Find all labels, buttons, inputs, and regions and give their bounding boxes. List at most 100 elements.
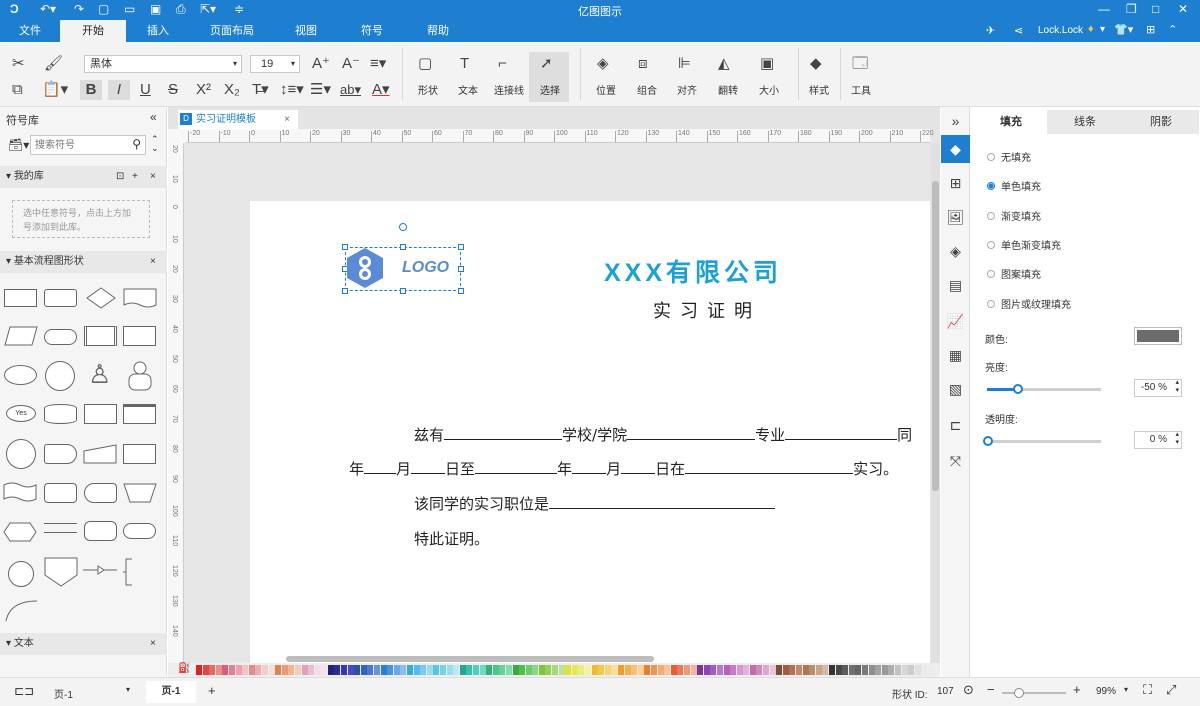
color-swatch[interactable] xyxy=(743,665,750,675)
text-icon[interactable]: T xyxy=(460,54,469,74)
tab-fill[interactable]: 填充 xyxy=(975,110,1047,134)
group-icon[interactable]: ⧈ xyxy=(638,54,648,74)
color-swatch[interactable] xyxy=(802,665,809,675)
color-swatch[interactable] xyxy=(723,665,730,675)
zoom-level[interactable]: 99% xyxy=(1096,686,1116,697)
color-swatch[interactable] xyxy=(288,665,295,675)
maximize-icon[interactable]: ❐ xyxy=(1126,2,1137,16)
color-swatch[interactable] xyxy=(512,665,519,675)
color-swatch[interactable] xyxy=(611,665,618,675)
shape-button[interactable]: 形状 xyxy=(408,82,448,97)
tools-icon[interactable]: 🗔 xyxy=(852,54,868,74)
zoom-in-icon[interactable]: + xyxy=(1073,682,1081,697)
style-fill-icon[interactable]: ◆ xyxy=(810,54,822,74)
color-swatch[interactable] xyxy=(479,665,486,675)
color-swatch[interactable] xyxy=(855,665,862,675)
close-section-icon[interactable]: × xyxy=(150,633,156,655)
color-swatch[interactable] xyxy=(196,665,202,675)
layers-icon[interactable]: ◈ xyxy=(941,237,970,265)
strikethrough-icon[interactable]: S xyxy=(168,80,178,100)
color-swatch[interactable] xyxy=(644,665,651,675)
color-swatch[interactable] xyxy=(235,665,242,675)
color-swatch[interactable] xyxy=(822,665,829,675)
color-swatch[interactable] xyxy=(637,665,644,675)
color-swatch[interactable] xyxy=(426,665,433,675)
circle-shape[interactable] xyxy=(45,361,75,391)
vertical-scrollbar[interactable] xyxy=(931,143,940,663)
outline-icon[interactable]: ⊏ xyxy=(941,411,970,439)
text-button[interactable]: 文本 xyxy=(448,82,488,97)
color-swatch[interactable] xyxy=(558,665,565,675)
person-shape[interactable] xyxy=(126,360,154,392)
color-swatch[interactable] xyxy=(664,665,671,675)
rotate-handle[interactable] xyxy=(399,223,407,231)
blank-school[interactable] xyxy=(627,426,756,440)
color-swatch[interactable] xyxy=(347,665,354,675)
color-swatch[interactable] xyxy=(769,665,776,675)
flip-icon[interactable]: ◭ xyxy=(718,54,730,74)
color-swatch[interactable] xyxy=(407,665,413,675)
color-swatch[interactable] xyxy=(624,665,631,675)
color-swatch[interactable] xyxy=(222,665,229,675)
menu-insert[interactable]: 插入 xyxy=(134,20,182,42)
preparation-shape[interactable] xyxy=(3,521,37,543)
alt-process-shape[interactable] xyxy=(44,289,77,307)
color-swatch[interactable] xyxy=(578,665,585,675)
document-tab[interactable]: D 实习证明模板 × xyxy=(178,110,298,129)
scroll-arrows-icon[interactable]: ⌃ ⌄ xyxy=(151,135,159,153)
rotate-button[interactable]: 翻转 xyxy=(708,82,748,97)
color-swatch[interactable] xyxy=(829,665,835,675)
format-painter-icon[interactable]: 🖌 xyxy=(44,54,63,74)
color-palette[interactable]: ⛽ xyxy=(168,663,940,677)
zoom-thumb[interactable] xyxy=(1014,688,1024,698)
document-shape[interactable] xyxy=(123,287,157,309)
color-swatch[interactable] xyxy=(591,665,598,675)
blank-day-b[interactable] xyxy=(621,460,656,474)
color-swatch[interactable] xyxy=(209,665,216,675)
color-swatch[interactable] xyxy=(927,665,934,675)
color-picker[interactable] xyxy=(1134,327,1182,345)
fill-bucket-icon[interactable]: ⛽ xyxy=(178,663,190,674)
restore-icon[interactable]: □ xyxy=(1152,2,1159,16)
color-swatch[interactable] xyxy=(716,665,723,675)
color-swatch[interactable] xyxy=(268,665,275,675)
color-swatch[interactable] xyxy=(690,665,697,675)
annotation-shape[interactable] xyxy=(122,557,158,587)
color-swatch[interactable] xyxy=(242,665,249,675)
color-swatch[interactable] xyxy=(848,665,855,675)
color-swatch[interactable] xyxy=(486,665,493,675)
library-menu-icon[interactable]: 🗃▾ xyxy=(8,138,29,152)
color-swatch[interactable] xyxy=(321,665,328,675)
spinner-icon[interactable]: ▴ ▾ xyxy=(1175,379,1179,395)
color-swatch[interactable] xyxy=(308,665,315,675)
close-section-icon[interactable]: × xyxy=(150,251,156,273)
blank-position[interactable] xyxy=(549,495,776,509)
connector-button[interactable]: 连接线 xyxy=(489,82,529,97)
horizontal-scroll-thumb[interactable] xyxy=(286,656,654,662)
font-family-select[interactable]: 黑体 ▾ xyxy=(84,55,242,73)
color-swatch[interactable] xyxy=(314,665,321,675)
arrow-line-shape[interactable] xyxy=(82,563,118,577)
expand-icon[interactable]: » xyxy=(941,107,970,135)
align-button[interactable]: 对齐 xyxy=(667,82,707,97)
color-swatch[interactable] xyxy=(763,665,770,675)
color-swatch[interactable] xyxy=(842,665,849,675)
color-swatch[interactable] xyxy=(505,665,512,675)
table-icon[interactable]: ▦ xyxy=(941,341,970,369)
color-swatch[interactable] xyxy=(789,665,796,675)
option-solid-fill[interactable]: 单色填充 xyxy=(987,178,1041,193)
color-swatch[interactable] xyxy=(881,665,888,675)
style-button[interactable]: 样式 xyxy=(799,82,839,97)
user-name[interactable]: Lock.Lock xyxy=(1038,25,1083,36)
group-button[interactable]: 组合 xyxy=(627,82,667,97)
blank-year-b[interactable] xyxy=(475,460,558,474)
collapse-left-icon[interactable]: « xyxy=(150,110,157,124)
pointer-icon[interactable]: ➚ xyxy=(540,54,553,74)
terminator-shape[interactable] xyxy=(44,329,77,345)
layers-icon[interactable]: ◈ xyxy=(597,54,609,74)
tools-button[interactable]: 工具 xyxy=(841,82,881,97)
color-swatch[interactable] xyxy=(552,665,559,675)
page-tab[interactable]: 页-1 xyxy=(146,681,196,703)
color-swatch[interactable] xyxy=(413,665,420,675)
color-swatch[interactable] xyxy=(736,665,743,675)
